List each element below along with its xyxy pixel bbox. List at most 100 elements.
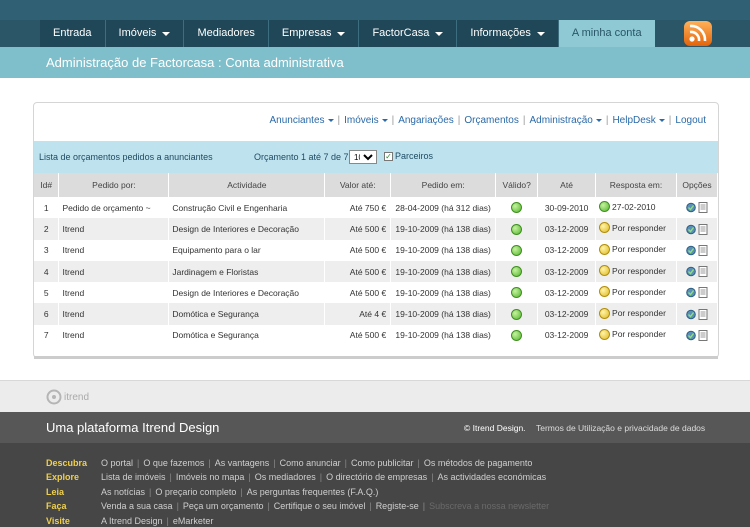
- footer-link-o-que-fazemos[interactable]: O que fazemos: [143, 458, 204, 468]
- nav-item-mediadores[interactable]: Mediadores: [184, 20, 269, 47]
- view-details-icon[interactable]: [686, 330, 696, 341]
- submenu-imoveis[interactable]: Imóveis: [344, 115, 388, 126]
- cell-requested-on: 19-10-2009 (há 138 dias): [390, 218, 497, 240]
- submenu-orcamentos[interactable]: Orçamentos: [464, 115, 518, 126]
- checkbox-check-icon: ✓: [384, 151, 393, 161]
- terms-link[interactable]: Termos de Utilização e privacidade de da…: [536, 423, 705, 433]
- submenu-angariacoes[interactable]: Angariações: [398, 115, 454, 126]
- footer-link-as-perguntas-frequentes-f-a-q[interactable]: As perguntas frequentes (F.A.Q.): [247, 487, 379, 497]
- cell-requested-on: 19-10-2009 (há 138 dias): [390, 303, 497, 325]
- view-details-icon[interactable]: [686, 202, 696, 213]
- page-title-bar: Administração de Factorcasa : Conta admi…: [0, 47, 750, 78]
- nav-item-factorcasa[interactable]: FactorCasa: [359, 20, 458, 47]
- footer-link-separator: |: [267, 501, 270, 512]
- footer-link-separator: |: [248, 472, 251, 483]
- footer-link-as-actividades-economicas[interactable]: As actividades económicas: [438, 472, 547, 482]
- footer-link-o-precario-completo[interactable]: O preçario completo: [155, 487, 236, 497]
- submenu-helpdesk[interactable]: HelpDesk: [612, 115, 665, 126]
- column-header-pedido-em[interactable]: Pedido em:: [390, 173, 497, 197]
- table-row[interactable]: 1 Pedido de orçamento ~ Construção Civil e…: [34, 197, 719, 219]
- footer-link-os-mediadores[interactable]: Os mediadores: [255, 472, 316, 482]
- nav-item-label: Imóveis: [118, 27, 157, 39]
- footer-link-emarketer[interactable]: eMarketer: [173, 516, 214, 526]
- column-header-ate[interactable]: Até: [537, 173, 597, 197]
- nav-item-informacoes[interactable]: Informações: [457, 20, 559, 47]
- document-icon[interactable]: [698, 287, 708, 299]
- nav-item-empresas[interactable]: Empresas: [268, 20, 360, 47]
- footer-link-lista-de-imoveis[interactable]: Lista de imóveis: [101, 472, 166, 482]
- table-row[interactable]: 3 Itrend Equipamento para o lar Até 500 €19…: [34, 239, 719, 261]
- footer-link-as-noticias[interactable]: As notícias: [101, 487, 145, 497]
- footer-link-venda-a-sua-casa[interactable]: Venda a sua casa: [101, 501, 173, 511]
- column-header-pedido-por[interactable]: Pedido por:: [58, 173, 170, 197]
- document-icon[interactable]: [698, 308, 708, 320]
- view-details-icon[interactable]: [686, 266, 696, 277]
- table-row[interactable]: 5 Itrend Design de Interiores e Decoração A…: [34, 282, 719, 304]
- document-icon[interactable]: [698, 266, 708, 278]
- nav-item-a-minha-conta[interactable]: A minha conta: [558, 20, 655, 47]
- cell-value: Até 4 €: [324, 303, 392, 325]
- cell-valid: [495, 197, 539, 219]
- column-header-resposta-em[interactable]: Resposta em:: [595, 173, 677, 197]
- nav-item-entrada[interactable]: Entrada: [40, 20, 106, 47]
- nav-item-label: Entrada: [53, 27, 92, 39]
- rss-feed-icon[interactable]: [681, 17, 717, 49]
- submenu-separator: |: [522, 115, 526, 126]
- footer-link-peca-um-orcamento[interactable]: Peça um orçamento: [183, 501, 264, 511]
- partners-checkbox[interactable]: ✓ Parceiros: [384, 151, 433, 161]
- footer-link-imoveis-no-mapa[interactable]: Imóveis no mapa: [176, 472, 245, 482]
- view-details-icon[interactable]: [686, 224, 696, 235]
- footer-link-registe-se[interactable]: Registe-se: [376, 501, 419, 511]
- response-text: Por responder: [612, 308, 666, 319]
- footer-link-como-publicitar[interactable]: Como publicitar: [351, 458, 414, 468]
- table-row[interactable]: 4 Itrend Jardinagem e Floristas Até 500 €19…: [34, 260, 719, 283]
- per-page-select[interactable]: 10: [349, 150, 377, 164]
- footer-link-separator: |: [166, 515, 169, 526]
- submenu-logout[interactable]: Logout: [675, 115, 706, 126]
- submenu-label: Logout: [675, 115, 706, 126]
- table-row[interactable]: 2 Itrend Design de Interiores e Decoração A…: [34, 218, 719, 240]
- document-icon[interactable]: [698, 330, 708, 342]
- footer-link-os-metodos-de-pagamento[interactable]: Os métodos de pagamento: [424, 458, 533, 468]
- footer-link-certifique-o-seu-imovel[interactable]: Certifique o seu imóvel: [274, 501, 366, 511]
- document-icon[interactable]: [698, 202, 708, 214]
- valid-status-icon: [511, 287, 523, 299]
- footer-link-subscreva-a-nossa-newsletter[interactable]: Subscreva a nossa newsletter: [429, 501, 549, 511]
- document-icon[interactable]: [698, 223, 708, 235]
- table-row[interactable]: 7 Itrend Domótica e Segurança Até 500 €19-1…: [34, 324, 719, 347]
- view-details-icon[interactable]: [686, 287, 696, 298]
- cell-requested-on: 19-10-2009 (há 138 dias): [390, 324, 497, 347]
- table-body: 1 Pedido de orçamento ~ Construção Civil e…: [34, 197, 719, 347]
- footer-link-as-vantagens[interactable]: As vantagens: [215, 458, 270, 468]
- cell-options: [676, 303, 719, 325]
- nav-item-imoveis[interactable]: Imóveis: [105, 20, 185, 47]
- cell-response: Por responder: [595, 282, 677, 304]
- view-details-icon[interactable]: [686, 309, 696, 320]
- view-details-icon[interactable]: [686, 245, 696, 256]
- footer-group-label: Leia: [46, 486, 65, 497]
- cell-id: 5: [34, 282, 60, 304]
- column-header-valido[interactable]: Válido?: [495, 173, 539, 197]
- column-header-actividade[interactable]: Actividade: [168, 173, 326, 197]
- cell-valid: [495, 239, 539, 261]
- column-header-id[interactable]: Id#: [34, 173, 60, 197]
- submenu-administracao[interactable]: Administração: [529, 115, 602, 126]
- main-content: Anunciantes | Imóveis | Angariações | Orçament…: [0, 78, 750, 380]
- response-status: Por responder: [599, 286, 666, 298]
- submenu-anunciantes[interactable]: Anunciantes: [269, 115, 334, 126]
- table-row[interactable]: 6 Itrend Domótica e Segurança Até 4 €19-10-…: [34, 303, 719, 325]
- response-text: Por responder: [612, 265, 666, 276]
- column-header-valor-ate[interactable]: Valor até:: [324, 173, 392, 197]
- column-header-opcoes[interactable]: Opções: [676, 173, 719, 197]
- cell-until: 03-12-2009: [537, 218, 597, 240]
- footer-link-como-anunciar[interactable]: Como anunciar: [280, 458, 341, 468]
- response-status-icon: [599, 307, 611, 319]
- admin-submenu: Anunciantes | Imóveis | Angariações | Orçament…: [269, 115, 706, 126]
- footer-link-a-itrend-design[interactable]: A Itrend Design: [101, 516, 163, 526]
- itrend-logo[interactable]: itrend: [46, 389, 89, 405]
- document-icon[interactable]: [698, 244, 708, 256]
- submenu-separator: |: [457, 115, 461, 126]
- footer-link-o-portal[interactable]: O portal: [101, 458, 133, 468]
- cell-requested-by: Itrend: [58, 282, 170, 304]
- footer-link-o-directorio-de-empresas[interactable]: O directório de empresas: [326, 472, 427, 482]
